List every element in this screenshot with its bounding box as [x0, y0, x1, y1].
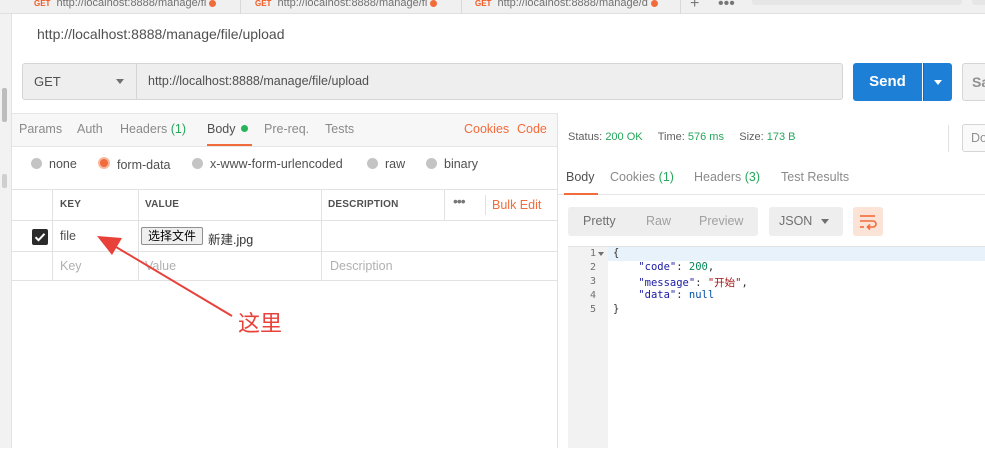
response-tabs: Body Cookies (1) Headers (3) Test Result…	[558, 160, 985, 195]
code-line: }	[613, 303, 619, 315]
code-line: "code": 200,	[638, 261, 715, 273]
time-value: 576 ms	[687, 131, 724, 143]
tab-response-headers[interactable]: Headers (3)	[694, 170, 760, 184]
annotation-label: 这里	[238, 312, 283, 337]
format-value: JSON	[779, 214, 813, 228]
cookies-count-badge: (1)	[658, 170, 674, 184]
view-mode-tabs: Pretty Raw Preview	[568, 207, 758, 236]
tab-cookies-label: Cookies	[610, 170, 656, 184]
json-key: "data"	[638, 289, 677, 301]
line-number: 3	[589, 276, 596, 287]
line-number: 4	[589, 290, 596, 301]
line-number: 1	[589, 248, 596, 259]
code-line: "message": "开始",	[638, 277, 748, 289]
view-pretty[interactable]: Pretty	[583, 214, 616, 228]
tab-test-results[interactable]: Test Results	[781, 170, 849, 184]
tab-response-cookies[interactable]: Cookies (1)	[610, 170, 674, 184]
wrap-lines-button[interactable]	[853, 207, 883, 236]
view-preview[interactable]: Preview	[699, 214, 743, 228]
json-brace: {	[613, 247, 620, 259]
json-key: "message"	[638, 277, 696, 289]
status-divider	[948, 125, 949, 152]
wrap-lines-icon	[860, 215, 877, 231]
fold-chevron-icon[interactable]	[598, 252, 604, 256]
chevron-down-icon	[821, 219, 829, 224]
line-number: 5	[589, 304, 596, 315]
json-null: null	[688, 289, 715, 301]
view-raw[interactable]: Raw	[646, 214, 671, 228]
headers-count-badge: (3)	[744, 170, 761, 184]
status-value: 200 OK	[605, 131, 643, 143]
code-line: {	[613, 247, 619, 259]
response-status-bar: Status: 200 OK Time: 576 ms Size: 173 B	[568, 131, 796, 143]
response-body-tab-underline	[564, 193, 598, 195]
download-button[interactable]: Do	[962, 124, 985, 152]
code-line: "data": null	[638, 289, 715, 301]
format-select[interactable]: JSON	[769, 207, 843, 236]
json-number: 200	[688, 261, 708, 273]
tab-response-body[interactable]: Body	[566, 170, 595, 184]
json-key: "code"	[638, 261, 677, 273]
size-value: 173 B	[766, 131, 796, 143]
status-label: Status:	[568, 131, 603, 143]
json-brace: }	[613, 303, 620, 315]
tab-headers-label: Headers	[694, 170, 742, 184]
time-label: Time:	[657, 131, 685, 143]
size-label: Size:	[739, 131, 764, 143]
line-number-gutter: 1 2 3 4 5	[568, 247, 608, 448]
line-number: 2	[589, 262, 596, 273]
current-line-highlight	[608, 247, 985, 261]
json-string: "开始"	[707, 277, 742, 289]
